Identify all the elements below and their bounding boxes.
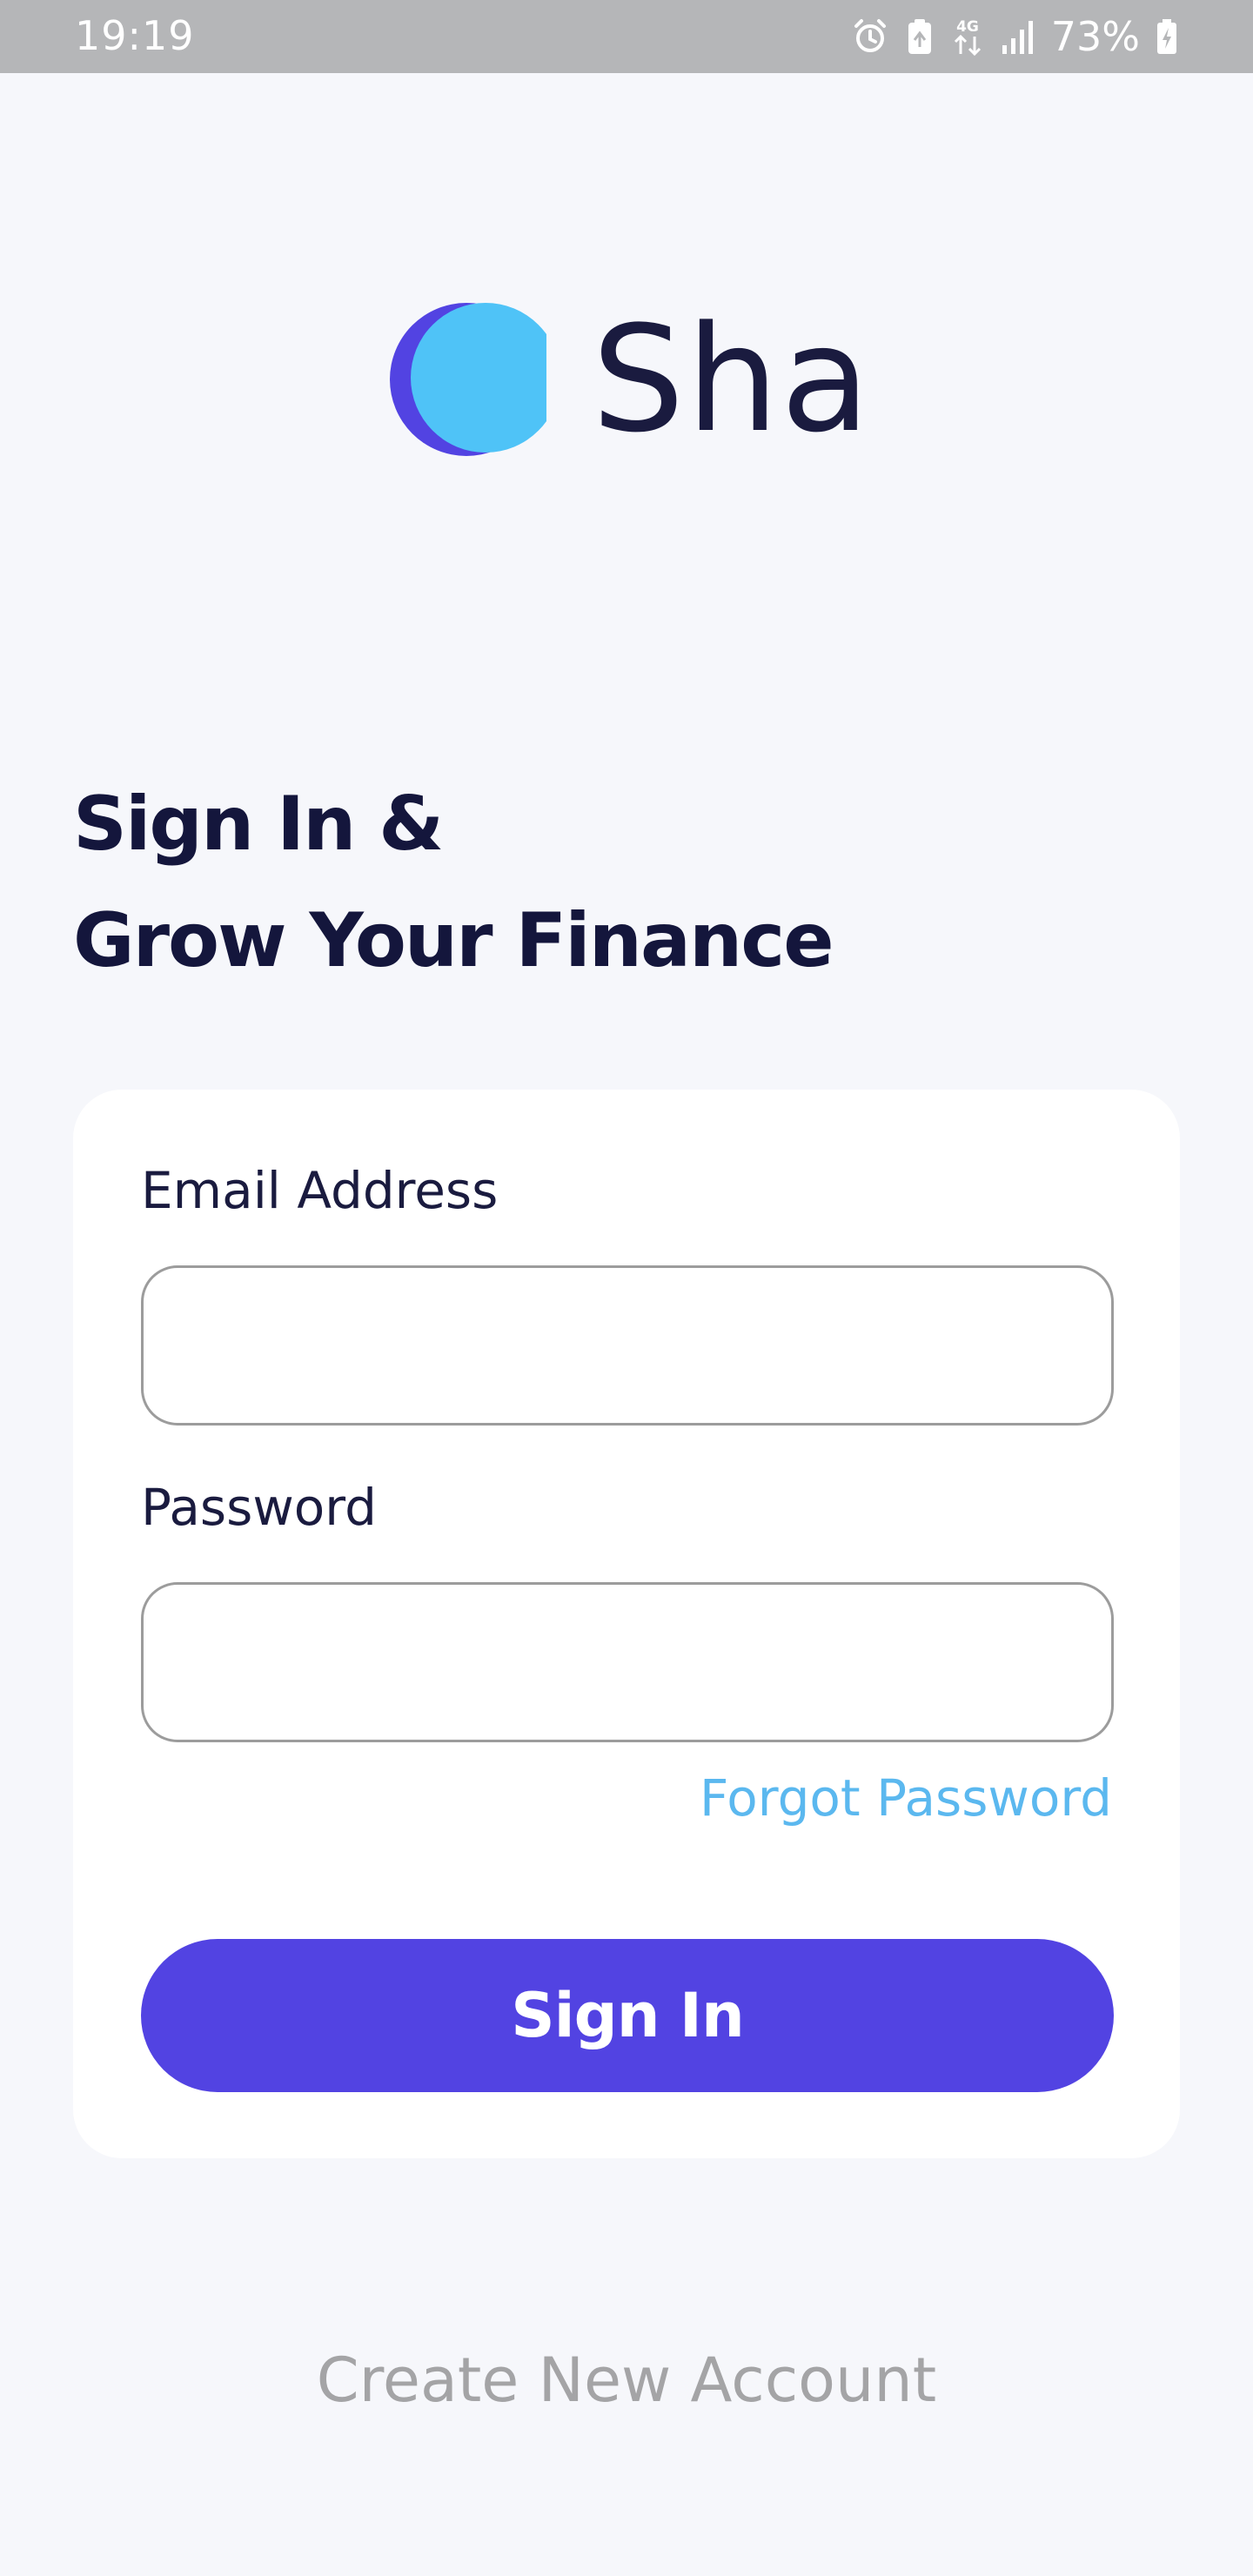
- status-time: 19:19: [75, 12, 195, 59]
- app-logo: Sha: [390, 303, 872, 456]
- forgot-password-link[interactable]: Forgot Password: [700, 1768, 1112, 1828]
- alarm-icon: [851, 17, 889, 56]
- network-4g-icon: 4G: [950, 16, 985, 57]
- password-field[interactable]: [141, 1582, 1114, 1742]
- app-name: Sha: [592, 294, 873, 465]
- signal-icon: [1001, 17, 1035, 56]
- svg-text:4G: 4G: [956, 18, 979, 36]
- password-label: Password: [141, 1478, 377, 1537]
- email-field[interactable]: [141, 1265, 1114, 1426]
- page-title-line-2: Grow Your Finance: [73, 897, 834, 984]
- signin-card: Email Address Password Forgot Password S…: [73, 1090, 1180, 2158]
- page-title: Sign In & Grow Your Finance: [73, 766, 834, 999]
- page-title-line-1: Sign In &: [73, 781, 444, 868]
- status-icons: 4G 73%: [851, 12, 1178, 61]
- battery-saver-icon: [905, 17, 935, 56]
- battery-percent: 73%: [1050, 13, 1140, 60]
- email-label: Email Address: [141, 1161, 499, 1220]
- sign-in-button[interactable]: Sign In: [141, 1939, 1114, 2092]
- status-bar: 19:19 4G 73%: [0, 0, 1253, 73]
- crescent-logo-icon: [390, 303, 546, 456]
- battery-charging-icon: [1156, 17, 1178, 56]
- create-account-link[interactable]: Create New Account: [0, 2345, 1253, 2416]
